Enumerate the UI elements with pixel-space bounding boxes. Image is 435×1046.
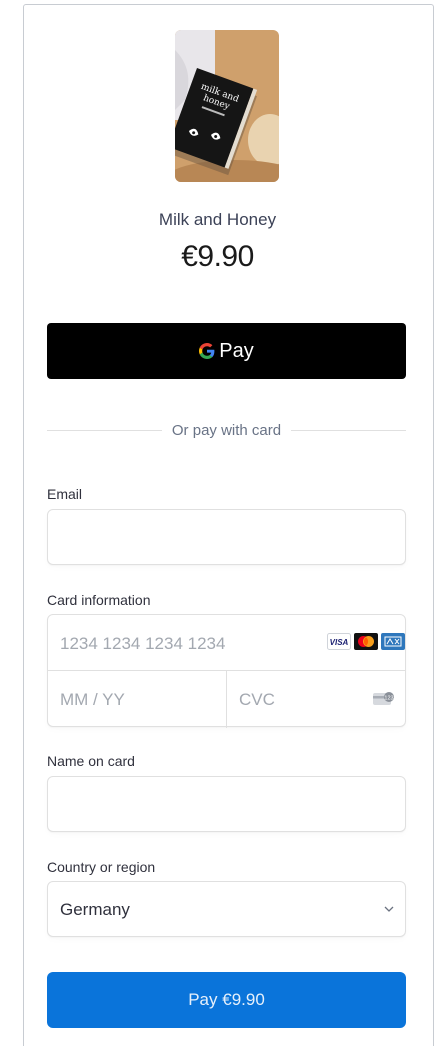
product-image: milk and honey bbox=[175, 30, 279, 182]
country-select[interactable]: Germany bbox=[47, 881, 406, 937]
mastercard-icon bbox=[354, 633, 378, 655]
google-g-icon bbox=[199, 343, 215, 359]
name-on-card-label: Name on card bbox=[47, 753, 135, 769]
pay-button[interactable]: Pay €9.90 bbox=[47, 972, 406, 1028]
divider-text: Or pay with card bbox=[171, 421, 282, 439]
or-divider: Or pay with card bbox=[47, 420, 406, 440]
card-information-group: 1234 1234 1234 1234 VISA MM / YY CVC 123 bbox=[47, 614, 406, 728]
card-expiry-cvc-row: MM / YY CVC 123 bbox=[48, 671, 405, 728]
card-info-label: Card information bbox=[47, 592, 151, 608]
amex-icon bbox=[381, 633, 405, 655]
chevron-down-icon bbox=[383, 902, 395, 920]
cvc-card-icon: 123 bbox=[373, 691, 395, 712]
card-number-field[interactable]: 1234 1234 1234 1234 VISA bbox=[48, 615, 405, 671]
email-field[interactable] bbox=[47, 509, 406, 565]
google-pay-button[interactable]: Pay bbox=[47, 323, 406, 379]
card-number-placeholder: 1234 1234 1234 1234 bbox=[60, 634, 226, 653]
card-brands: VISA bbox=[327, 633, 405, 655]
product-name: Milk and Honey bbox=[158, 210, 277, 229]
email-label: Email bbox=[47, 486, 83, 502]
svg-text:123: 123 bbox=[384, 696, 393, 702]
expiry-field[interactable]: MM / YY bbox=[48, 671, 226, 728]
country-label: Country or region bbox=[47, 859, 156, 875]
svg-text:VISA: VISA bbox=[330, 638, 349, 647]
expiry-placeholder: MM / YY bbox=[60, 690, 125, 709]
name-on-card-field[interactable] bbox=[47, 776, 406, 832]
google-pay-label: Pay bbox=[219, 339, 254, 362]
cvc-field[interactable]: CVC 123 bbox=[227, 671, 405, 728]
cvc-placeholder: CVC bbox=[239, 690, 275, 709]
visa-icon: VISA bbox=[327, 633, 351, 655]
country-value: Germany bbox=[60, 900, 130, 919]
product-price: €9.90 bbox=[181, 240, 254, 273]
